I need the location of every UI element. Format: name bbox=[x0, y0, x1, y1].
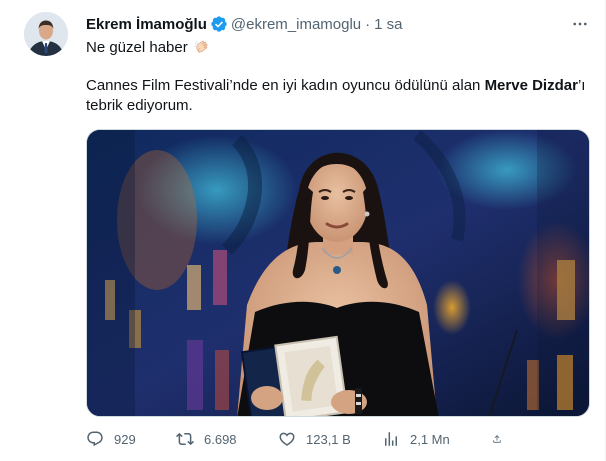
author-avatar[interactable] bbox=[24, 12, 68, 56]
views-chart-icon bbox=[385, 432, 397, 446]
views-button[interactable]: 2,1 Mn bbox=[382, 430, 492, 448]
retweet-button[interactable]: 6.698 bbox=[176, 430, 278, 448]
tweet-card: Ekrem İmamoğlu @ekrem_imamoglu · 1 sa Ne… bbox=[0, 0, 606, 461]
retweet-count: 6.698 bbox=[204, 431, 237, 447]
tweet-actions: 929 6.698 123,1 B 2,1 Mn bbox=[86, 428, 590, 450]
clapping-hands-emoji-icon bbox=[194, 40, 208, 54]
view-count: 2,1 Mn bbox=[410, 431, 450, 447]
heart-icon bbox=[279, 432, 295, 446]
tweet-text: Ne güzel haber Cannes Film Festivali’nde… bbox=[86, 38, 586, 116]
more-options-icon[interactable] bbox=[568, 14, 592, 34]
verified-badge-icon bbox=[211, 16, 227, 32]
tweet-line-1: Ne güzel haber bbox=[86, 39, 188, 56]
tweet-media-image[interactable] bbox=[86, 129, 590, 417]
separator-dot: · bbox=[365, 15, 371, 33]
reply-button[interactable]: 929 bbox=[86, 430, 176, 448]
share-button[interactable] bbox=[492, 430, 512, 448]
share-icon bbox=[493, 435, 501, 443]
tweet-body-bold: Merve Dizdar bbox=[484, 77, 578, 94]
like-count: 123,1 B bbox=[306, 431, 351, 447]
author-handle[interactable]: @ekrem_imamoglu bbox=[231, 16, 361, 33]
tweet-header: Ekrem İmamoğlu @ekrem_imamoglu · 1 sa bbox=[86, 13, 403, 35]
retweet-icon bbox=[176, 432, 194, 446]
reply-count: 929 bbox=[114, 431, 136, 447]
author-name[interactable]: Ekrem İmamoğlu bbox=[86, 16, 207, 33]
tweet-body-text-1: Cannes Film Festivali’nde en iyi kadın o… bbox=[86, 77, 485, 94]
tweet-body: Cannes Film Festivali’nde en iyi kadın o… bbox=[86, 76, 586, 116]
tweet-time[interactable]: 1 sa bbox=[374, 16, 402, 33]
like-button[interactable]: 123,1 B bbox=[278, 430, 382, 448]
reply-icon bbox=[87, 431, 103, 447]
